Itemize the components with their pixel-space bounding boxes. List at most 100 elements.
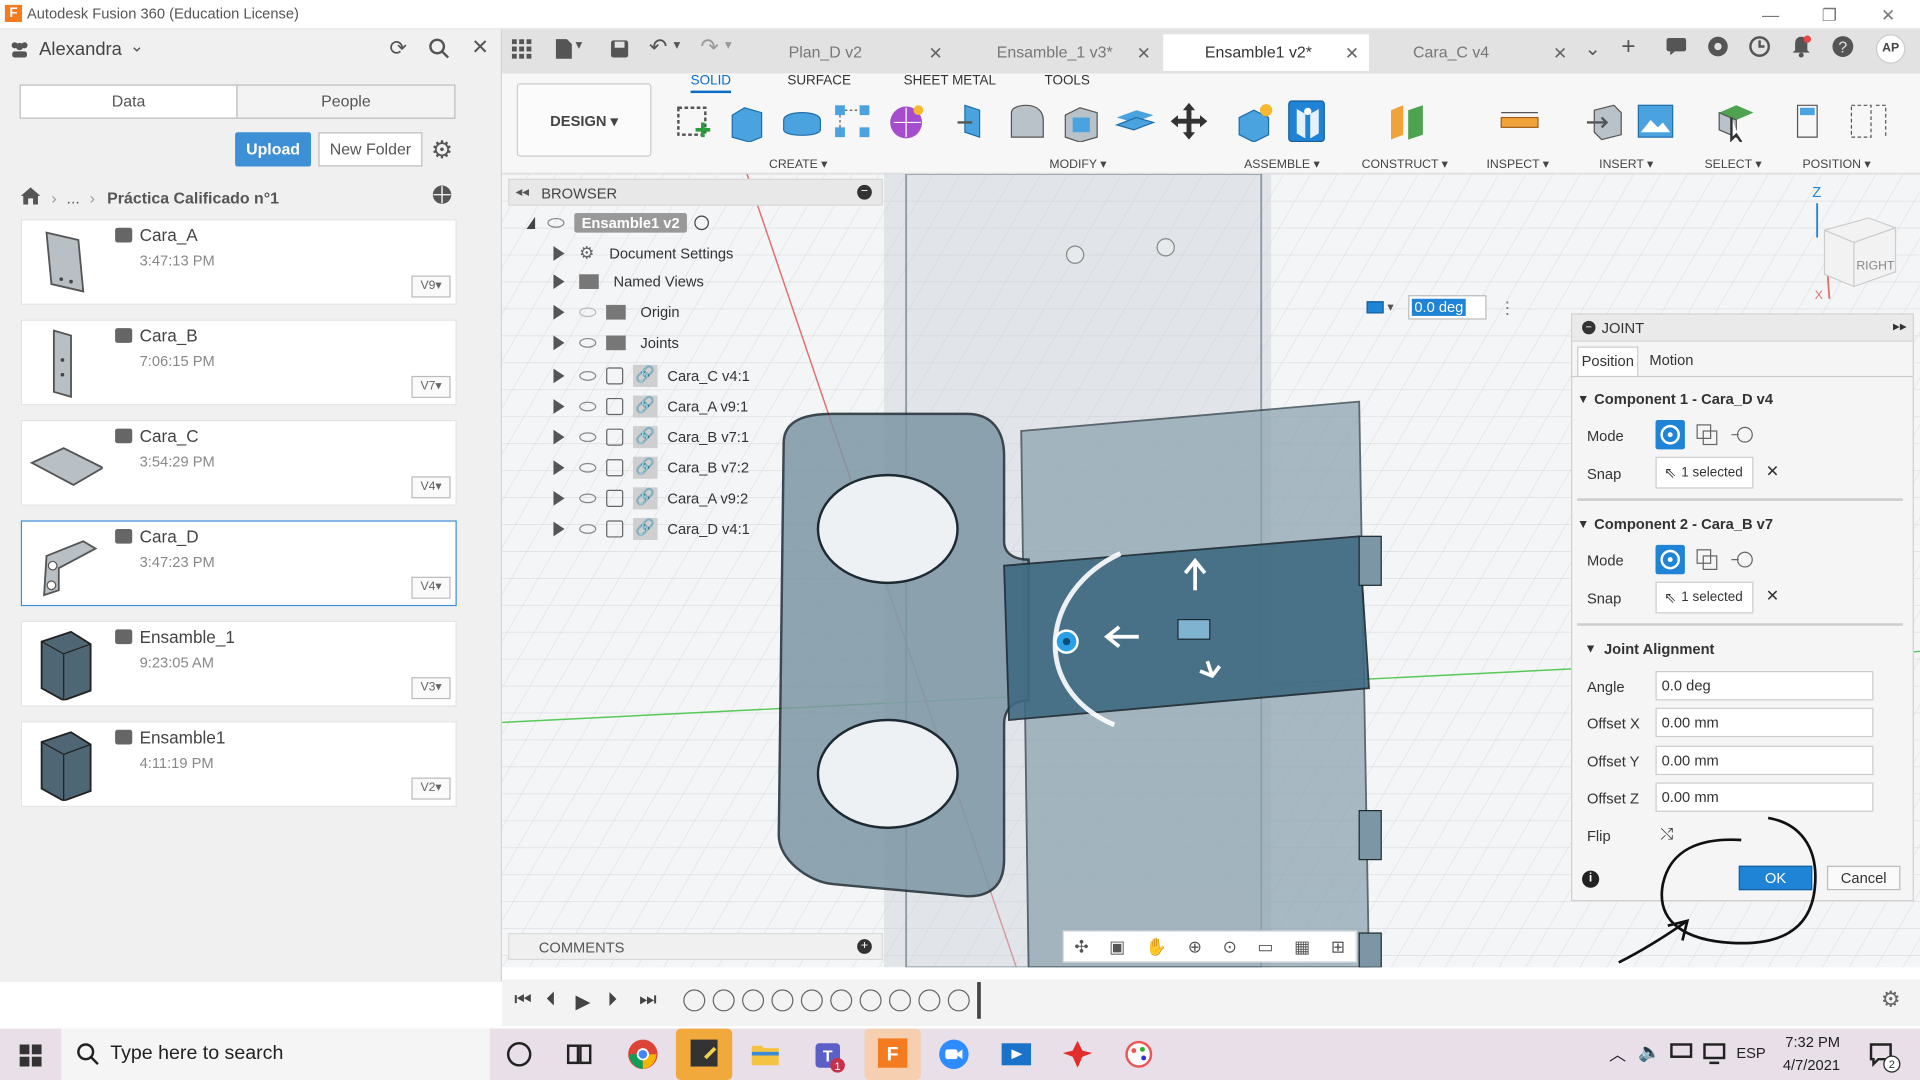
fusion-360-taskbar-icon[interactable]: F (864, 1028, 921, 1080)
shell-icon[interactable] (1060, 100, 1098, 143)
select-icon[interactable] (1714, 100, 1754, 143)
browser-item-component[interactable]: 🔗 Cara_A v9:2 (553, 487, 871, 510)
list-item[interactable]: Cara_B 7:06:15 PM V7▾ (20, 319, 457, 406)
joint-feature-icon[interactable] (742, 989, 765, 1012)
visibility-eye-icon[interactable] (579, 371, 597, 381)
grid-settings-icon[interactable]: ▦ (1294, 936, 1310, 957)
teams-icon[interactable]: T1 (813, 1038, 845, 1073)
mode-between-icon[interactable] (1692, 545, 1721, 574)
tab-data[interactable]: Data (19, 84, 238, 119)
browser-root[interactable]: Ensamble1 v2 (526, 213, 710, 233)
sticky-notes-icon[interactable] (675, 1028, 733, 1080)
avatar[interactable]: AP (1875, 34, 1906, 64)
restore-button[interactable]: ❐ (1805, 2, 1854, 26)
info-icon[interactable]: i (1582, 870, 1600, 888)
clear-selection-icon[interactable]: ✕ (1766, 462, 1779, 482)
close-tab-icon[interactable]: ✕ (1553, 34, 1567, 71)
tab-plan-d[interactable]: Plan_D v2 ✕ (747, 34, 953, 71)
redo-icon[interactable]: ↷ (700, 34, 718, 60)
group-insert[interactable]: INSERT ▾ (1599, 158, 1653, 171)
visibility-eye-icon[interactable] (579, 493, 597, 504)
visibility-eye-icon[interactable] (579, 307, 597, 318)
expand-triangle-icon[interactable] (553, 399, 565, 414)
mode-two-faces-icon[interactable] (1729, 420, 1758, 449)
pan-icon[interactable]: ✋ (1146, 936, 1167, 957)
chrome-icon[interactable] (627, 1038, 659, 1070)
browser-item-component[interactable]: 🔗 Cara_D v4:1 (553, 517, 871, 541)
group-create[interactable]: CREATE ▾ (769, 158, 827, 171)
show-hidden-icons-chevron-icon[interactable]: ︿ (1609, 1042, 1626, 1066)
joint-feature-icon[interactable] (859, 989, 882, 1012)
timeline-settings-gear-icon[interactable]: ⚙ (1881, 987, 1901, 1013)
version-badge[interactable]: V2▾ (411, 777, 451, 800)
expand-triangle-icon[interactable] (553, 429, 565, 445)
battery-icon[interactable] (1670, 1043, 1693, 1058)
activate-radio-icon[interactable] (694, 215, 710, 231)
component-2-section[interactable]: ▼ Component 2 - Cara_B v7 (1577, 516, 1773, 533)
browser-item-component[interactable]: 🔗 Cara_C v4:1 (553, 364, 871, 387)
video-app-icon[interactable] (999, 1038, 1032, 1070)
tab-solid[interactable]: SOLID (690, 73, 732, 94)
new-component-icon[interactable] (1234, 100, 1273, 143)
tab-motion[interactable]: Motion (1641, 347, 1702, 376)
chevron-down-icon[interactable]: ⌄ (130, 36, 144, 57)
tab-position[interactable]: Position (1577, 346, 1639, 376)
tab-tools[interactable]: TOOLS (1044, 73, 1089, 88)
collapse-icon[interactable]: − (1582, 320, 1596, 335)
file-icon[interactable] (553, 38, 575, 64)
group-inspect[interactable]: INSPECT ▾ (1487, 158, 1549, 171)
zoom-icon[interactable]: ⊕ (1188, 936, 1202, 957)
collapse-browser-icon[interactable]: ◂◂ (516, 184, 530, 200)
home-icon[interactable] (20, 186, 42, 209)
joint-feature-icon[interactable] (830, 989, 853, 1012)
volume-icon[interactable]: 🔈 (1638, 1041, 1661, 1063)
browser-item-document-settings[interactable]: ⚙ Document Settings (553, 242, 871, 263)
chevron-down-icon[interactable]: ▾ (673, 37, 680, 53)
tab-ensamble-1[interactable]: Ensamble_1 v3* ✕ (955, 34, 1161, 71)
combine-icon[interactable] (1114, 100, 1156, 142)
comments-bar[interactable]: COMMENTS + (508, 933, 883, 961)
undo-icon[interactable]: ↶ (649, 34, 667, 60)
tab-ensamble1[interactable]: Ensamble1 v2* ✕ (1163, 34, 1369, 72)
snap-2-selector[interactable]: ⇖ 1 selected (1655, 581, 1754, 614)
browser-item-named-views[interactable]: Named Views (553, 273, 871, 290)
mode-simple-icon[interactable] (1655, 544, 1685, 575)
help-icon[interactable]: ? (1832, 36, 1854, 62)
breadcrumb-ellipsis[interactable]: ... (67, 188, 80, 206)
language-indicator[interactable]: ESP (1736, 1044, 1765, 1061)
joint-dialog-header[interactable]: − JOINT ▸▸ (1572, 314, 1913, 342)
display-settings-icon[interactable]: ▭ (1257, 936, 1273, 957)
grid-menu-icon[interactable] (511, 39, 532, 62)
list-item[interactable]: Ensamble1 4:11:19 PM V2▾ (20, 721, 457, 807)
job-status-icon[interactable] (1749, 36, 1771, 62)
visibility-eye-icon[interactable] (547, 217, 565, 228)
tab-cara-c[interactable]: Cara_C v4 ✕ (1371, 34, 1577, 71)
group-construct[interactable]: CONSTRUCT ▾ (1362, 158, 1448, 171)
insert-canvas-icon[interactable] (1636, 100, 1674, 142)
list-item[interactable]: Cara_D 3:47:23 PM V4▾ (20, 520, 457, 607)
group-position[interactable]: POSITION ▾ (1802, 158, 1870, 171)
viewcube-face-label[interactable]: RIGHT (1856, 260, 1894, 273)
revert-position-icon[interactable] (1849, 100, 1887, 142)
clear-selection-icon[interactable]: ✕ (1766, 587, 1779, 607)
joint-feature-icon[interactable] (712, 989, 735, 1012)
close-panel-icon[interactable]: ✕ (471, 36, 488, 60)
joint-feature-icon[interactable] (771, 989, 794, 1012)
pattern-icon[interactable] (833, 100, 870, 142)
group-modify[interactable]: MODIFY ▾ (1049, 158, 1106, 171)
group-select[interactable]: SELECT ▾ (1704, 158, 1761, 171)
expand-triangle-icon[interactable] (553, 460, 565, 476)
viewports-icon[interactable]: ⊞ (1331, 936, 1345, 957)
cancel-button[interactable]: Cancel (1826, 865, 1901, 891)
joint-icon[interactable] (1288, 100, 1325, 143)
new-tab-icon[interactable]: + (1621, 33, 1635, 61)
upload-button[interactable]: Upload (235, 132, 312, 167)
expand-dialog-icon[interactable]: ▸▸ (1893, 318, 1907, 335)
snap-1-selector[interactable]: ⇖ 1 selected (1655, 456, 1754, 489)
angle-type-icon[interactable] (1366, 301, 1384, 314)
tab-people[interactable]: People (236, 84, 456, 119)
clock-time[interactable]: 7:32 PM (1785, 1033, 1840, 1050)
paint-app-icon[interactable] (1122, 1038, 1154, 1070)
offset-y-field[interactable]: 0.00 mm (1655, 745, 1874, 776)
browser-item-component[interactable]: 🔗 Cara_B v7:2 (553, 456, 871, 479)
